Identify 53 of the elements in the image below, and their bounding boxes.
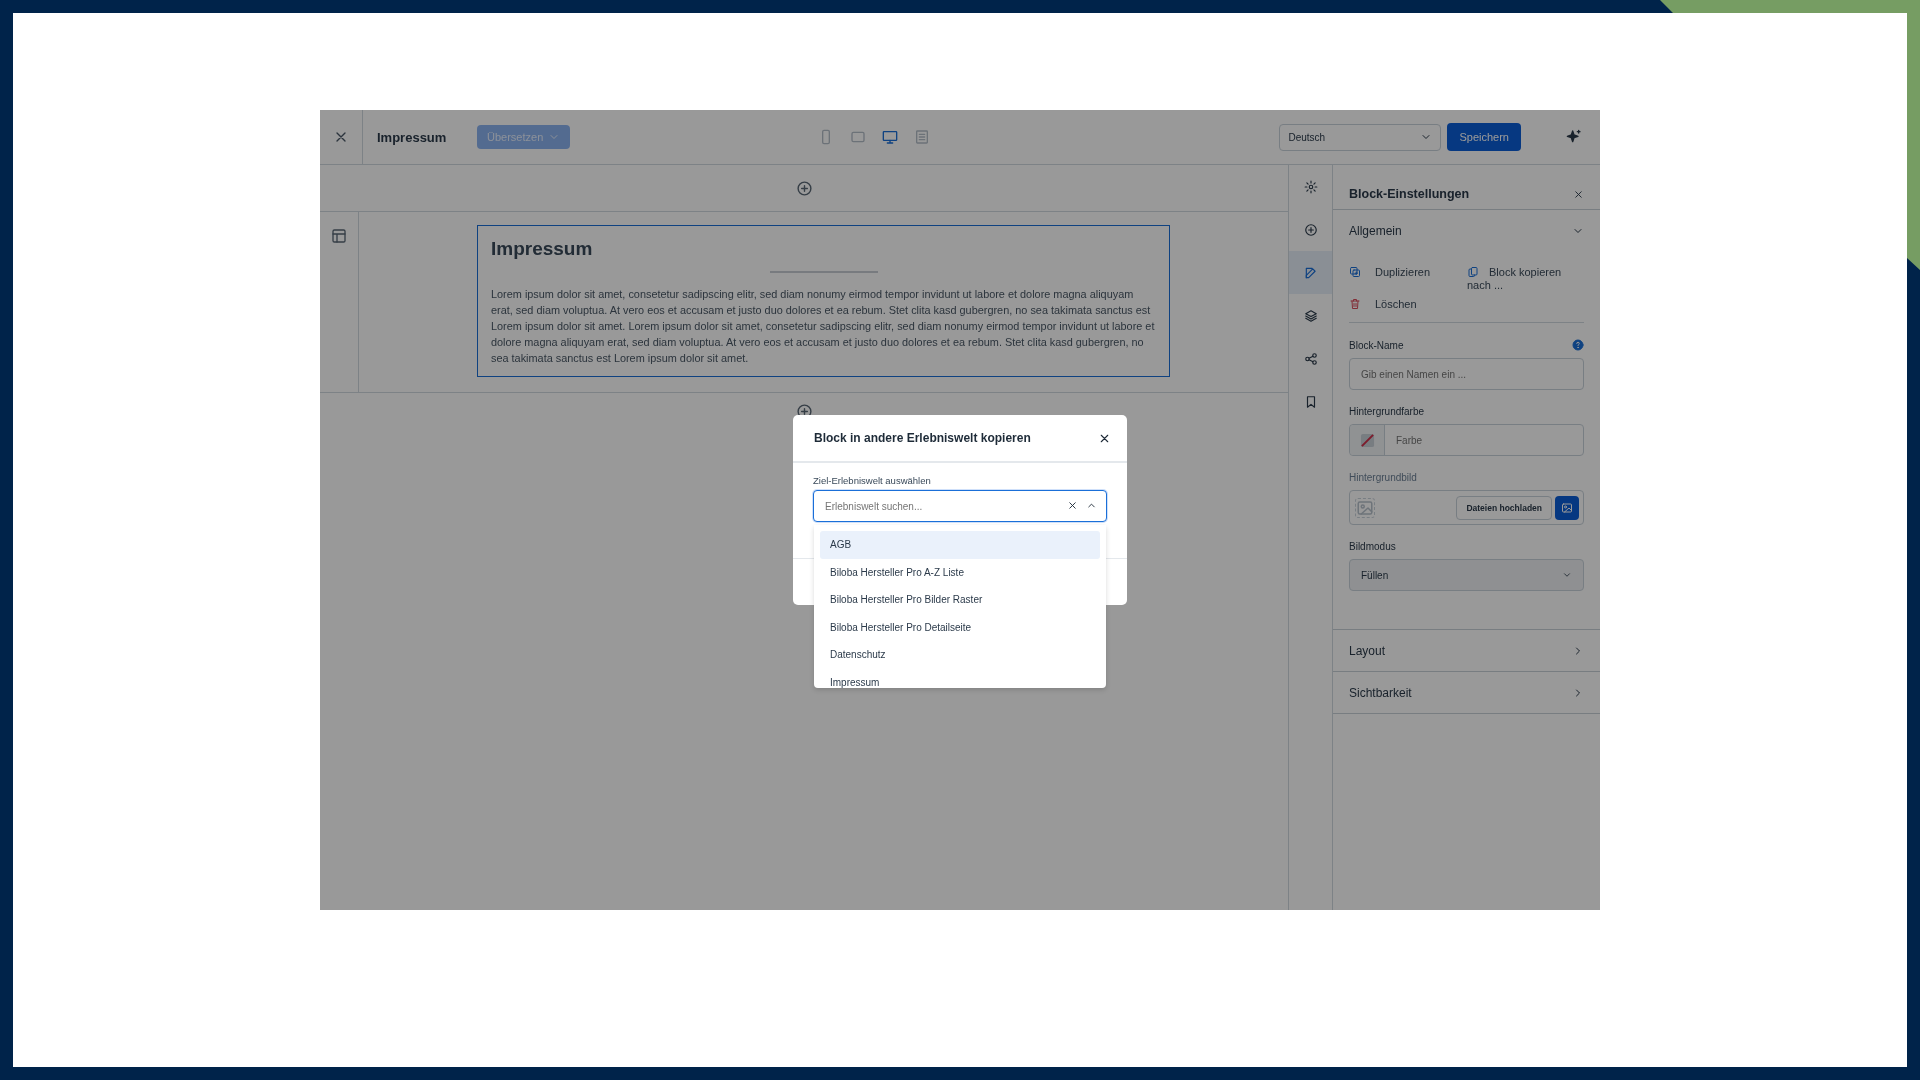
- field-label: Hintergrundbild: [1349, 472, 1417, 483]
- color-field[interactable]: Farbe: [1349, 424, 1584, 456]
- dropdown-option[interactable]: Biloba Hersteller Pro A-Z Liste: [820, 558, 1100, 586]
- dropdown-option[interactable]: Biloba Hersteller Pro Detailseite: [820, 613, 1100, 641]
- field-label: Bildmodus: [1349, 541, 1396, 552]
- clear-icon: [1067, 500, 1078, 511]
- section-header[interactable]: Layout: [1333, 630, 1600, 672]
- field-label: Ziel-Erlebniswelt auswählen: [813, 475, 932, 486]
- settings-icon: [1303, 179, 1318, 194]
- duplicate-button[interactable]: Duplizieren: [1349, 266, 1467, 292]
- duplicate-icon: [1349, 266, 1361, 278]
- dropdown-option[interactable]: AGB: [820, 531, 1100, 559]
- edit-icon: [1303, 265, 1318, 280]
- list-icon: [914, 129, 931, 145]
- panel-title: Block-Einstellungen: [1349, 187, 1470, 201]
- block-name-field[interactable]: Gib einen Namen ein ...: [1349, 358, 1584, 390]
- share-icon: [1303, 351, 1318, 366]
- block-heading: Impressum: [491, 238, 594, 260]
- layers-icon: [1303, 308, 1318, 323]
- page-title: Impressum: [377, 129, 448, 145]
- dropdown-option[interactable]: Biloba Hersteller Pro Bilder Raster: [820, 586, 1100, 614]
- field-label: Block-Name: [1349, 339, 1404, 351]
- upload-button[interactable]: Dateien hochladen: [1456, 495, 1552, 520]
- dropdown-option[interactable]: Impressum: [820, 668, 1100, 688]
- copy-icon: [1467, 266, 1479, 278]
- trash-icon: [1349, 298, 1361, 310]
- text-block[interactable]: [477, 225, 1170, 377]
- dialog-title: Block in andere Erlebniswelt kopieren: [814, 431, 1031, 445]
- add-icon: [1303, 222, 1318, 237]
- tablet-icon: [850, 129, 867, 145]
- language-select[interactable]: Deutsch: [1279, 123, 1442, 151]
- search-field[interactable]: Erlebniswelt suchen...: [813, 490, 1107, 522]
- edit-tab[interactable]: [1289, 251, 1332, 294]
- section-header[interactable]: Allgemein: [1333, 210, 1600, 252]
- field-label: Hintergrundfarbe: [1349, 406, 1425, 417]
- help-icon: [1572, 339, 1584, 351]
- dropdown-option[interactable]: Datenschutz: [820, 641, 1100, 669]
- image-mode-select[interactable]: Füllen: [1349, 559, 1584, 591]
- image-placeholder-icon: [1356, 498, 1374, 517]
- add-icon: [795, 179, 813, 197]
- close-icon: [1573, 188, 1584, 200]
- block-text: Lorem ipsum dolor sit amet, consetetur sadipscing elitr, sed diam nonumy eirmod tempor invidunt ut labore et dolore magna aliquyam erat, sed diam voluptua. At vero eos et accusam et justo duo dolores et ea rebum. Stet clita kasd gubergren, no sea takimata sanctus est Lorem ipsum dolor sit amet. Lorem ipsum dolor sit amet, consetetur sadipscing elitr, sed diam nonumy eirmod tempor invidunt ut labore et dolore magna aliquyam erat, sed diam voluptua. At vero eos et accusam et justo duo dolores et ea rebum. Stet clita kasd gubergren, no sea takimata sanctus est Lorem ipsum dolor sit amet.: [491, 287, 1156, 366]
- desktop-icon: [882, 129, 899, 145]
- layout-icon: [331, 228, 347, 244]
- image-icon: [1561, 501, 1573, 514]
- media-button[interactable]: [1555, 495, 1579, 520]
- close-panel-button[interactable]: [1573, 188, 1584, 200]
- copy-to-button[interactable]: Block kopieren nach ...: [1467, 266, 1577, 292]
- sparkle-icon: [1566, 129, 1582, 145]
- delete-button[interactable]: Löschen: [1349, 298, 1467, 310]
- caret-icon: [1562, 570, 1572, 580]
- section-header[interactable]: Sichtbarkeit: [1333, 672, 1600, 714]
- save-button[interactable]: Speichern: [1447, 123, 1521, 151]
